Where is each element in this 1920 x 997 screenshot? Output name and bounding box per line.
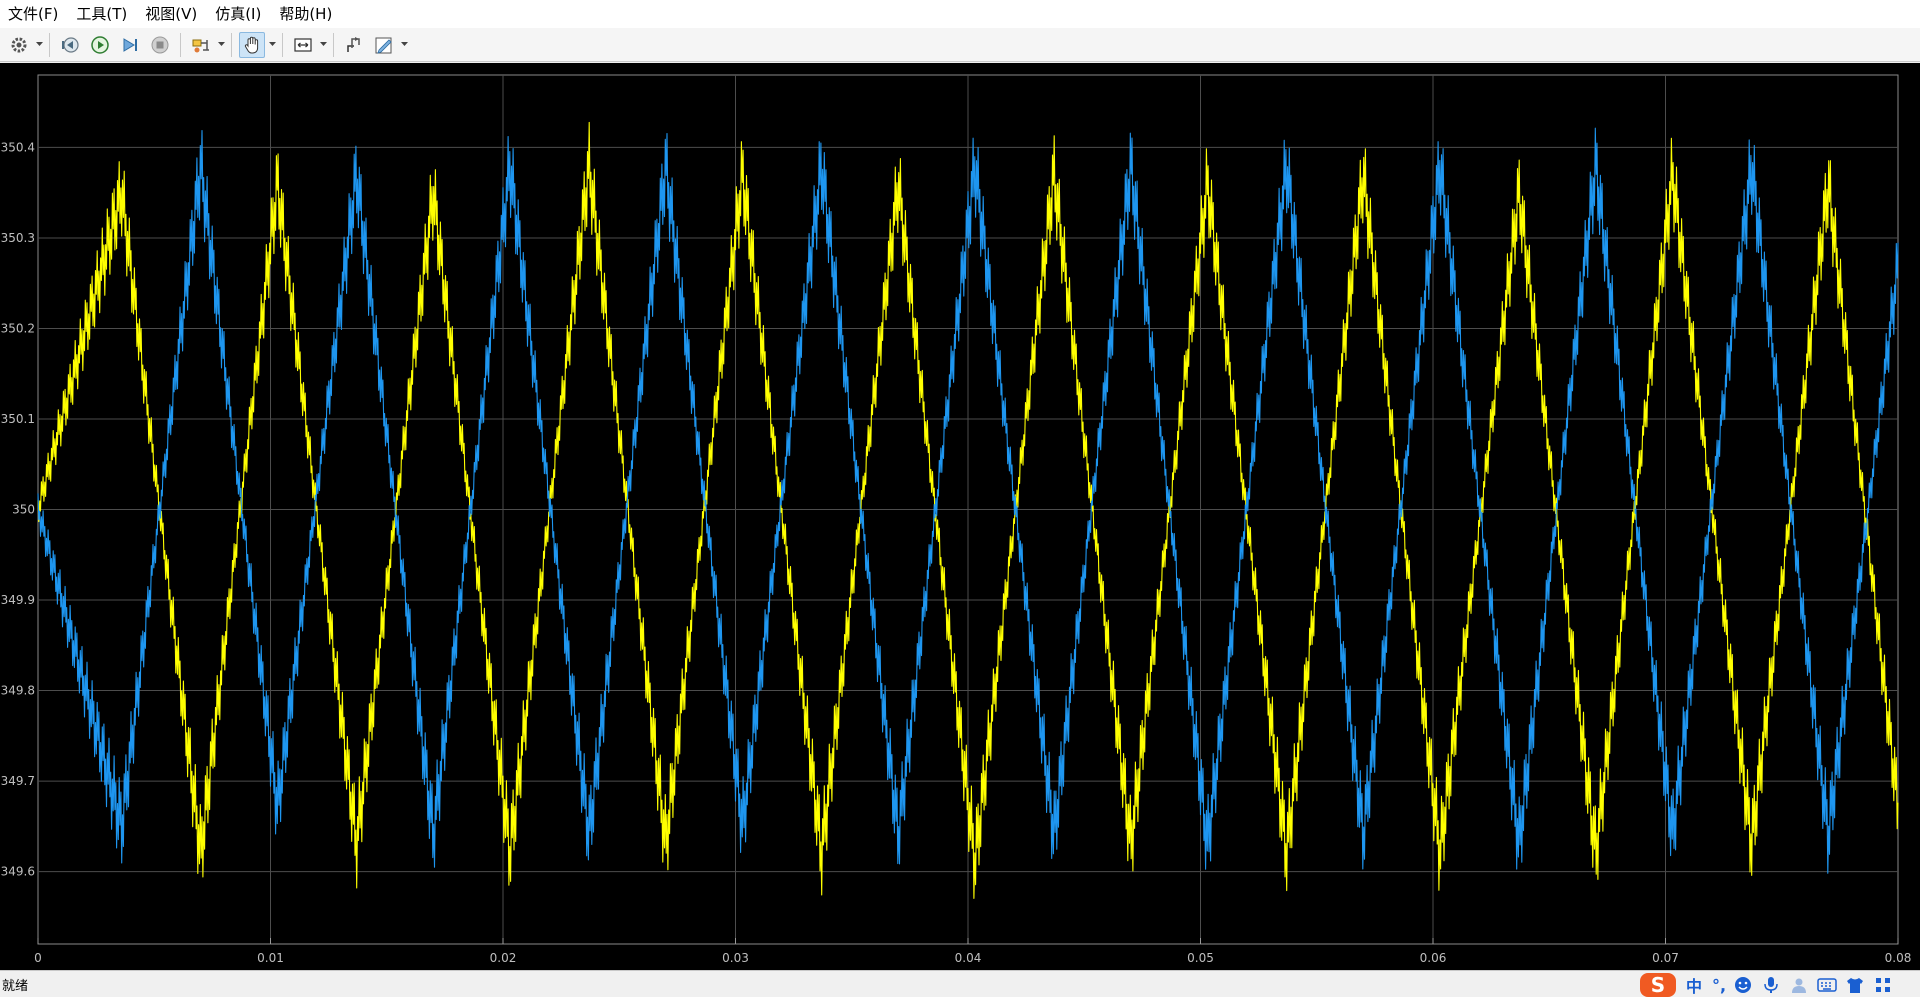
x-tick-label: 0.08 — [1885, 951, 1912, 965]
x-tick-label: 0 — [34, 951, 42, 965]
pan-button[interactable] — [239, 31, 265, 58]
keyboard-icon[interactable] — [1816, 974, 1838, 996]
edit-style-icon — [375, 37, 392, 54]
zoom-fit-dropdown[interactable] — [318, 32, 328, 58]
chevron-down-icon — [268, 42, 276, 46]
signal-select-icon — [192, 39, 209, 52]
y-tick-label: 350.4 — [1, 140, 35, 154]
emoji-icon[interactable] — [1732, 974, 1754, 996]
step-back-icon — [62, 36, 79, 53]
ime-mode[interactable]: 中 — [1686, 973, 1702, 997]
run-button[interactable] — [87, 32, 113, 58]
step-forward-icon — [123, 37, 137, 52]
edit-style-button[interactable] — [371, 32, 397, 58]
edit-style-dropdown[interactable] — [399, 32, 409, 58]
toolbar-divider — [282, 32, 283, 57]
toolbar-divider — [333, 32, 334, 57]
settings-dropdown[interactable] — [34, 32, 44, 58]
skin-icon[interactable] — [1844, 974, 1866, 996]
x-tick-label: 0.03 — [722, 951, 749, 965]
chevron-down-icon — [217, 42, 225, 46]
menu-help[interactable]: 帮助(H) — [270, 0, 341, 28]
toolbar-divider — [180, 32, 181, 57]
grid-menu-icon[interactable] — [1872, 974, 1894, 996]
plot-area[interactable]: 0 0.01 0.02 0.03 0.04 0.05 0.06 0.07 0.08 349.6 34… — [0, 63, 1920, 970]
x-tick-label: 0.02 — [490, 951, 517, 965]
x-tick-label: 0.04 — [955, 951, 982, 965]
menu-view[interactable]: 视图(V) — [136, 0, 206, 28]
menu-tools[interactable]: 工具(T) — [67, 0, 136, 28]
restore-button[interactable] — [341, 32, 367, 58]
ime-toolbar: S 中 °, — [1640, 973, 1894, 997]
scope-plot[interactable]: 0 0.01 0.02 0.03 0.04 0.05 0.06 0.07 0.08 349.6 34… — [0, 63, 1920, 970]
signal-select-button[interactable] — [188, 32, 214, 58]
pan-icon — [244, 36, 259, 53]
stop-icon — [151, 36, 169, 53]
microphone-icon[interactable] — [1760, 974, 1782, 996]
user-icon[interactable] — [1788, 974, 1810, 996]
toolbar-divider — [231, 32, 232, 57]
pan-dropdown[interactable] — [267, 32, 277, 58]
x-tick-label: 0.01 — [257, 951, 284, 965]
y-tick-label: 349.9 — [1, 593, 35, 607]
restore-icon — [347, 36, 360, 52]
x-tick-label: 0.07 — [1652, 951, 1679, 965]
menu-bar: 文件(F) 工具(T) 视图(V) 仿真(I) 帮助(H) — [0, 0, 1920, 28]
menu-simulation[interactable]: 仿真(I) — [206, 0, 270, 28]
y-tick-label: 350.2 — [1, 321, 35, 335]
ime-punctuation[interactable]: °, — [1712, 976, 1726, 995]
step-back-button[interactable] — [57, 32, 83, 58]
chevron-down-icon — [319, 42, 327, 46]
step-forward-button[interactable] — [117, 32, 143, 58]
y-tick-label: 350.3 — [1, 231, 35, 245]
status-text: 就绪 — [2, 979, 29, 994]
y-tick-label: 349.7 — [1, 774, 35, 788]
y-tick-label: 350 — [12, 503, 35, 517]
x-tick-label: 0.05 — [1187, 951, 1214, 965]
settings-button[interactable] — [6, 32, 32, 58]
signal-select-dropdown[interactable] — [216, 32, 226, 58]
x-tick-label: 0.06 — [1420, 951, 1447, 965]
zoom-fit-icon — [294, 37, 312, 52]
chevron-down-icon — [35, 42, 43, 46]
toolbar — [0, 28, 1920, 62]
toolbar-divider — [49, 32, 50, 57]
ime-logo[interactable]: S — [1640, 973, 1676, 997]
gear-icon — [11, 37, 27, 52]
y-tick-label: 350.1 — [1, 412, 35, 426]
status-bar: 就绪 S 中 °, — [0, 970, 1920, 997]
y-tick-label: 349.6 — [1, 865, 35, 879]
y-tick-label: 349.8 — [1, 684, 35, 698]
menu-file[interactable]: 文件(F) — [0, 0, 67, 28]
chevron-down-icon — [400, 42, 408, 46]
zoom-fit-button[interactable] — [290, 32, 316, 58]
stop-button[interactable] — [147, 32, 173, 58]
run-icon — [91, 35, 109, 54]
